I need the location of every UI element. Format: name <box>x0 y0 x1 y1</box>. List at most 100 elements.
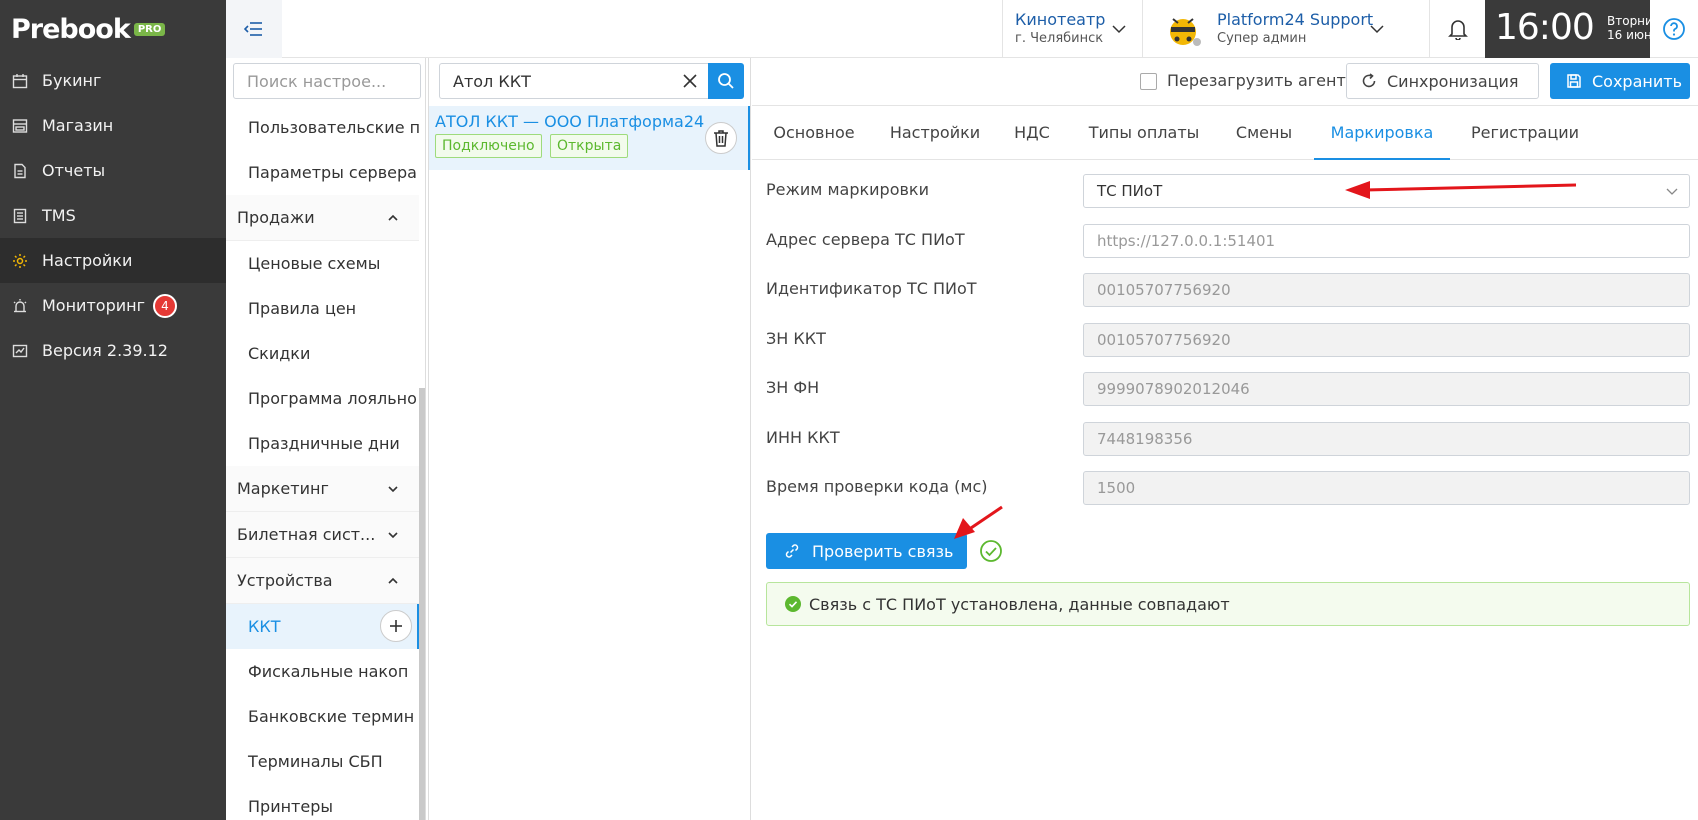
alarm-icon <box>12 298 28 314</box>
settings-scrollbar[interactable] <box>419 388 425 820</box>
settings-item-label: Параметры сервера <box>248 163 417 182</box>
settings-item-1[interactable]: Параметры сервера <box>226 150 419 195</box>
nav-item-label: Мониторинг <box>42 296 145 315</box>
settings-item-0[interactable]: Пользовательские п <box>226 105 419 150</box>
nav-item-1[interactable]: Магазин <box>0 103 226 148</box>
tab-4[interactable]: Смены <box>1228 106 1300 160</box>
delete-device-button[interactable] <box>705 122 737 154</box>
settings-item-label: Фискальные накоп <box>248 662 409 681</box>
report-icon <box>12 163 28 179</box>
settings-list: Пользовательские п Параметры сервера Прода… <box>226 105 419 820</box>
zn-kkt-input[interactable]: 00105707756920 <box>1083 323 1690 357</box>
id-input[interactable]: 00105707756920 <box>1083 273 1690 307</box>
notifications-button[interactable] <box>1429 0 1485 58</box>
settings-group-10[interactable]: Устройства <box>226 558 419 604</box>
success-icon <box>785 596 801 612</box>
help-button[interactable] <box>1650 0 1698 58</box>
brand-logo[interactable]: Prebook PRO <box>0 0 226 58</box>
settings-item-3[interactable]: Ценовые схемы <box>226 241 419 286</box>
settings-item-label: Скидки <box>248 344 311 363</box>
device-settings-panel: Перезагрузить агент Синхронизация Сохран… <box>752 58 1698 820</box>
save-icon <box>1567 74 1581 88</box>
tabs: Основное Настройки НДС Типы оплаты Смены Марк… <box>752 106 1698 160</box>
settings-item-5[interactable]: Скидки <box>226 331 419 376</box>
cinema-selector[interactable]: Кинотеатр г. Челябинск <box>1002 0 1142 58</box>
user-role: Супер админ <box>1217 31 1307 46</box>
status-badge-connected: Подключено <box>435 134 542 158</box>
settings-group-2[interactable]: Продажи <box>226 195 419 241</box>
user-menu[interactable]: Platform24 Support Супер админ <box>1142 0 1429 58</box>
devices-panel: Атол ККТ АТОЛ ККТ — ООО Платформа24 Подк… <box>428 58 751 820</box>
reload-agent-checkbox[interactable] <box>1140 73 1157 90</box>
device-card[interactable]: АТОЛ ККТ — ООО Платформа24 Подключено От… <box>429 106 750 170</box>
tab-1[interactable]: Настройки <box>880 106 990 160</box>
chevron-down-icon <box>388 485 398 492</box>
calendar-icon <box>12 73 28 89</box>
settings-item-label: Правила цен <box>248 299 357 318</box>
tab-3[interactable]: Типы оплаты <box>1074 106 1214 160</box>
chevron-up-icon <box>388 214 398 221</box>
nav-item-0[interactable]: Букинг <box>0 58 226 103</box>
settings-item-label: Пользовательские п <box>248 118 419 137</box>
plus-icon <box>390 620 402 632</box>
device-search-input[interactable]: Атол ККТ <box>439 63 710 99</box>
nav-item-3[interactable]: TMS <box>0 193 226 238</box>
tab-2[interactable]: НДС <box>1004 106 1060 160</box>
mode-select[interactable]: ТС ПИоТ <box>1083 174 1690 208</box>
clock-time: 16:00 <box>1495 7 1595 48</box>
settings-item-6[interactable]: Программа лояльно <box>226 376 419 421</box>
nav-item-6[interactable]: Версия 2.39.12 <box>0 328 226 373</box>
main-sidebar: Prebook PRO Букинг Магазин Отчеты TMS Настро… <box>0 0 226 820</box>
settings-item-label: Праздничные дни <box>248 434 400 453</box>
nav-item-5[interactable]: Мониторинг 4 <box>0 283 226 328</box>
version-icon <box>12 343 28 359</box>
tab-0[interactable]: Основное <box>764 106 864 160</box>
settings-search-input[interactable]: Поиск настрое... <box>233 63 421 99</box>
sync-button[interactable]: Синхронизация <box>1346 63 1539 99</box>
inn-input[interactable]: 7448198356 <box>1083 422 1690 456</box>
time-input[interactable]: 1500 <box>1083 471 1690 505</box>
zn-fn-input[interactable]: 9999078902012046 <box>1083 372 1690 406</box>
settings-menu: Поиск настрое... Пользовательские п Парам… <box>226 58 426 820</box>
settings-group-8[interactable]: Маркетинг <box>226 466 419 512</box>
user-name: Platform24 Support <box>1217 10 1374 29</box>
nav-item-2[interactable]: Отчеты <box>0 148 226 193</box>
tab-5[interactable]: Маркировка <box>1314 106 1450 160</box>
server-input[interactable]: https://127.0.0.1:51401 <box>1083 224 1690 258</box>
settings-item-13[interactable]: Банковские термин <box>226 694 419 739</box>
settings-item-label: Банковские термин <box>248 707 415 726</box>
nav-item-4[interactable]: Настройки <box>0 238 226 283</box>
reload-agent-label: Перезагрузить агент <box>1167 71 1346 90</box>
chevron-down-icon <box>1666 188 1678 195</box>
link-icon <box>785 544 799 558</box>
zn-fn-label: ЗН ФН <box>766 378 820 397</box>
settings-group-9[interactable]: Билетная сист... <box>226 512 419 558</box>
menu-toggle-button[interactable] <box>226 0 282 58</box>
notification-count-badge: 4 <box>152 293 177 318</box>
settings-item-4[interactable]: Правила цен <box>226 286 419 331</box>
settings-item-11[interactable]: ККТ <box>226 604 419 649</box>
brand-name: Prebook <box>11 13 131 45</box>
refresh-icon <box>1362 73 1376 88</box>
device-search-button[interactable] <box>708 63 744 99</box>
settings-group-label: Устройства <box>237 571 333 590</box>
settings-item-label: Программа лояльно <box>248 389 417 408</box>
close-icon[interactable] <box>682 73 698 89</box>
top-header: Кинотеатр г. Челябинск Platform24 Suppor… <box>226 0 1698 58</box>
chevron-up-icon <box>388 577 398 584</box>
settings-item-15[interactable]: Принтеры <box>226 784 419 820</box>
time-label: Время проверки кода (мс) <box>766 477 988 496</box>
chevron-down-icon <box>1370 25 1384 34</box>
settings-item-7[interactable]: Праздничные дни <box>226 421 419 466</box>
settings-item-14[interactable]: Терминалы СБП <box>226 739 419 784</box>
settings-item-12[interactable]: Фискальные накоп <box>226 649 419 694</box>
tms-icon <box>12 208 28 224</box>
add-device-button[interactable] <box>380 610 412 642</box>
check-circle-icon <box>980 540 1002 562</box>
tab-6[interactable]: Регистрации <box>1464 106 1586 160</box>
toolbar: Перезагрузить агент Синхронизация Сохран… <box>752 58 1698 106</box>
save-button[interactable]: Сохранить <box>1550 63 1690 99</box>
device-search-value: Атол ККТ <box>453 71 531 91</box>
check-connection-button[interactable]: Проверить связь <box>766 533 967 569</box>
success-alert: Связь с ТС ПИоТ установлена, данные совп… <box>766 582 1690 626</box>
